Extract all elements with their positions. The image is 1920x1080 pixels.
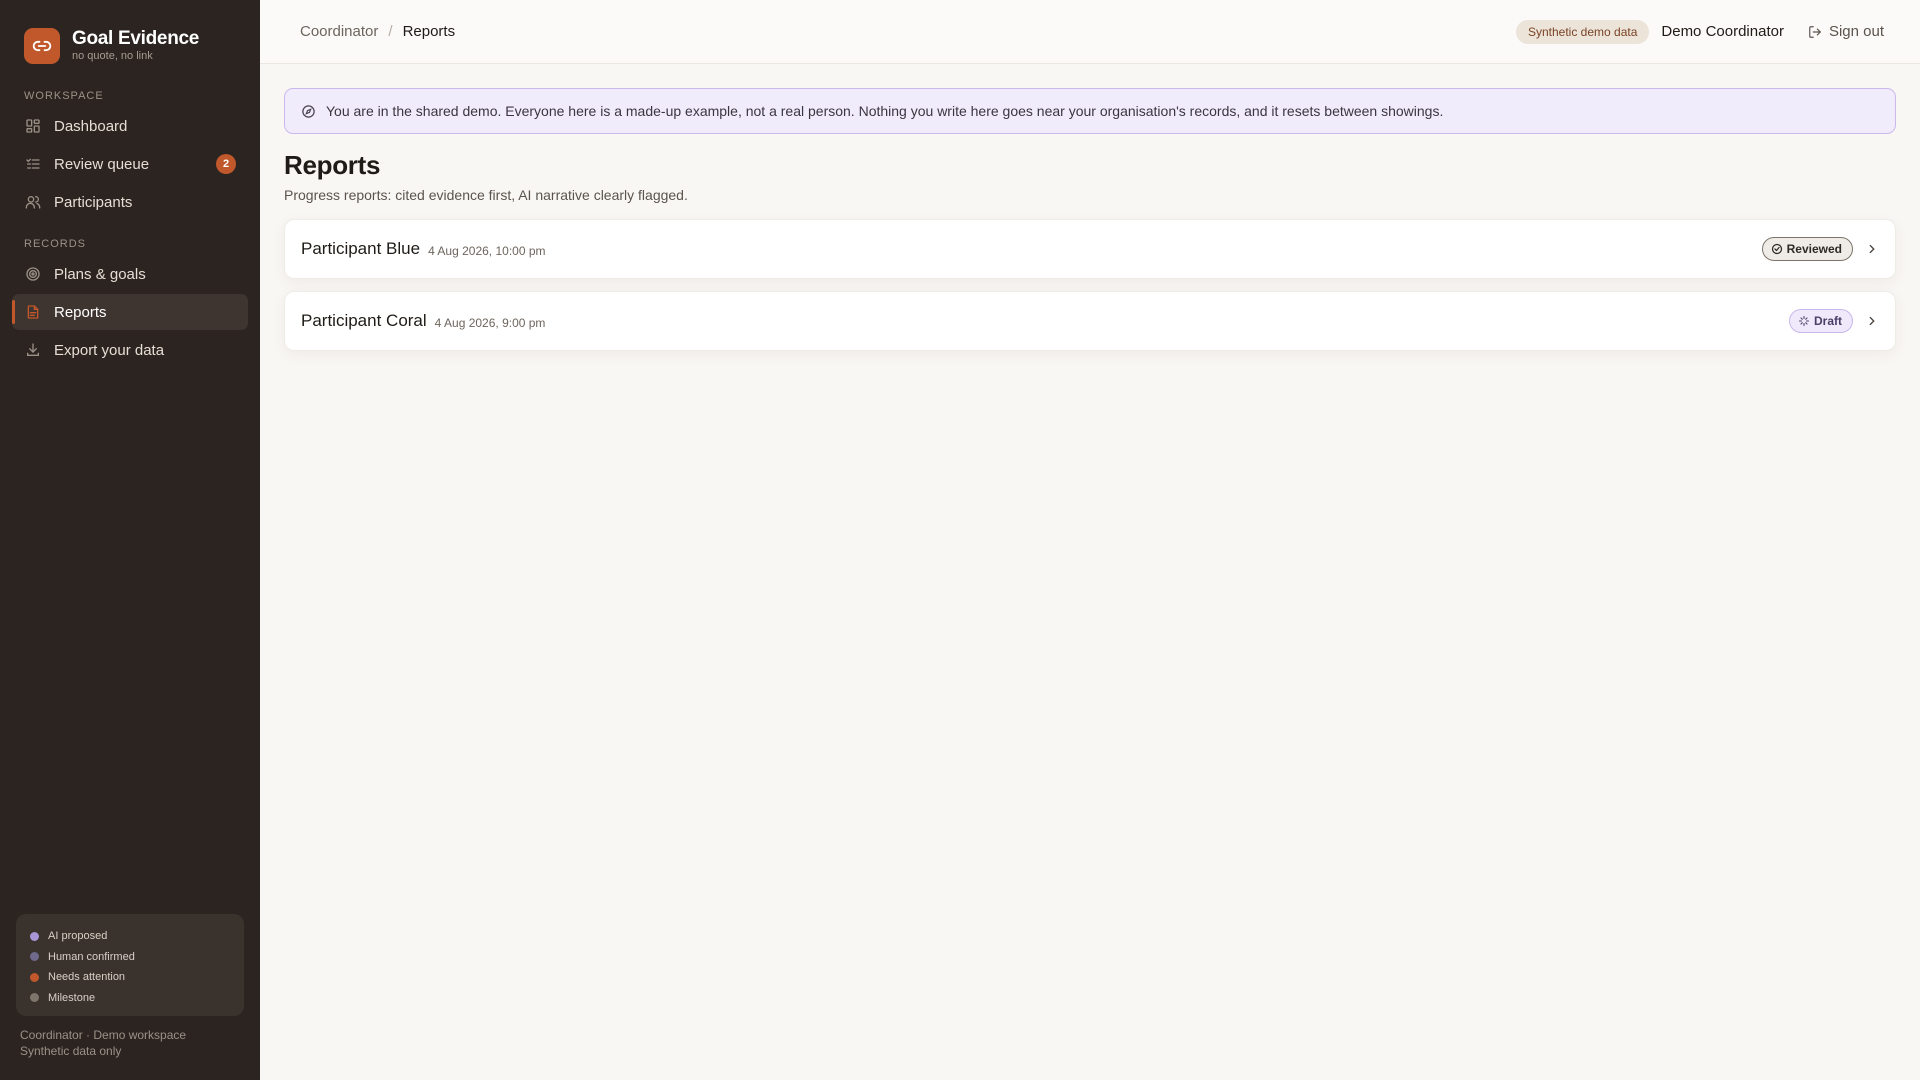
brand[interactable]: Goal Evidence no quote, no link bbox=[0, 0, 260, 64]
report-row[interactable]: Participant Blue 4 Aug 2026, 10:00 pm Re… bbox=[284, 219, 1896, 279]
users-icon bbox=[24, 193, 42, 211]
brand-title: Goal Evidence bbox=[72, 28, 200, 49]
notice-text: You are in the shared demo. Everyone her… bbox=[326, 103, 1444, 119]
sidebar-item-reports[interactable]: Reports bbox=[12, 294, 248, 330]
sidebar-item-plans-goals[interactable]: Plans & goals bbox=[12, 256, 248, 292]
sidebar-item-label: Participants bbox=[54, 193, 133, 211]
report-participant-name: Participant Blue bbox=[301, 239, 421, 258]
sidebar-item-review-queue[interactable]: Review queue 2 bbox=[12, 146, 248, 182]
review-count-badge: 2 bbox=[216, 154, 236, 174]
link-icon bbox=[24, 27, 60, 64]
legend-item: Needs attention bbox=[30, 967, 230, 988]
legend-dot bbox=[30, 952, 39, 962]
main-area: Coordinator / Reports Synthetic demo dat… bbox=[260, 0, 1920, 1080]
legend-label: Milestone bbox=[48, 991, 96, 1004]
breadcrumb-parent[interactable]: Coordinator bbox=[300, 23, 378, 40]
report-row-right: Draft bbox=[1788, 309, 1879, 333]
sparkle-icon bbox=[1798, 315, 1810, 327]
log-out-icon bbox=[1808, 25, 1822, 39]
sidebar-item-participants[interactable]: Participants bbox=[12, 184, 248, 220]
chevron-right-icon bbox=[1865, 314, 1879, 328]
sidebar-footer: Coordinator · Demo workspace Synthetic d… bbox=[20, 1027, 186, 1059]
page-subtitle: Progress reports: cited evidence first, … bbox=[284, 187, 688, 203]
topbar: Coordinator / Reports Synthetic demo dat… bbox=[260, 0, 1920, 64]
demo-data-pill: Synthetic demo data bbox=[1515, 19, 1650, 44]
legend-item: Human confirmed bbox=[30, 947, 230, 968]
brand-text: Goal Evidence no quote, no link bbox=[72, 28, 199, 63]
report-date: 4 Aug 2026, 9:00 pm bbox=[434, 315, 546, 330]
app-root: Goal Evidence no quote, no link WORKSPAC… bbox=[0, 0, 1920, 1080]
nav-records: Plans & goals Reports Export your data bbox=[0, 256, 260, 370]
footer-role: Coordinator · Demo workspace bbox=[20, 1028, 187, 1042]
report-row[interactable]: Participant Coral 4 Aug 2026, 9:00 pm Dr… bbox=[284, 291, 1896, 351]
sidebar-item-label: Export your data bbox=[54, 341, 165, 359]
breadcrumb-current: Reports bbox=[402, 23, 456, 40]
grid-icon bbox=[24, 117, 42, 135]
status-badge: Reviewed bbox=[1761, 237, 1853, 261]
legend-dot bbox=[30, 972, 39, 982]
sign-out-label: Sign out bbox=[1828, 23, 1884, 40]
sidebar-item-label: Review queue bbox=[54, 155, 150, 173]
report-row-right: Reviewed bbox=[1761, 237, 1879, 261]
status-label: Reviewed bbox=[1786, 242, 1842, 256]
download-icon bbox=[24, 341, 42, 359]
sidebar: Goal Evidence no quote, no link WORKSPAC… bbox=[0, 0, 260, 1080]
sidebar-item-label: Dashboard bbox=[54, 117, 128, 135]
legend-label: Human confirmed bbox=[48, 950, 135, 963]
report-list: Participant Blue 4 Aug 2026, 10:00 pm Re… bbox=[284, 219, 1896, 351]
report-participant-name: Participant Coral bbox=[301, 311, 427, 330]
nav-workspace: Dashboard Review queue 2 Participants bbox=[0, 108, 260, 222]
page-content: You are in the shared demo. Everyone her… bbox=[260, 64, 1920, 351]
status-legend: AI proposed Human confirmed Needs attent… bbox=[16, 914, 244, 1016]
breadcrumb-separator: / bbox=[388, 23, 393, 40]
legend-dot bbox=[30, 931, 39, 941]
legend-dot bbox=[30, 993, 39, 1003]
chevron-right-icon bbox=[1865, 242, 1879, 256]
sidebar-item-export[interactable]: Export your data bbox=[12, 332, 248, 368]
check-circle-icon bbox=[1771, 243, 1783, 255]
section-label-records: RECORDS bbox=[24, 238, 87, 250]
sign-out-button[interactable]: Sign out bbox=[1808, 23, 1884, 40]
sidebar-item-label: Plans & goals bbox=[54, 265, 146, 283]
report-date: 4 Aug 2026, 10:00 pm bbox=[428, 243, 546, 258]
breadcrumb: Coordinator / Reports bbox=[300, 23, 455, 40]
status-label: Draft bbox=[1813, 314, 1842, 328]
compass-icon bbox=[301, 104, 316, 119]
topbar-right: Synthetic demo data Demo Coordinator Sig… bbox=[1515, 19, 1884, 44]
legend-label: Needs attention bbox=[48, 971, 126, 984]
legend-item: Milestone bbox=[30, 988, 230, 1009]
brand-subtitle: no quote, no link bbox=[72, 50, 153, 62]
status-badge: Draft bbox=[1788, 309, 1853, 333]
legend-item: AI proposed bbox=[30, 926, 230, 947]
sidebar-item-dashboard[interactable]: Dashboard bbox=[12, 108, 248, 144]
footer-note: Synthetic data only bbox=[20, 1044, 122, 1058]
section-label-workspace: WORKSPACE bbox=[24, 90, 104, 102]
demo-notice-banner: You are in the shared demo. Everyone her… bbox=[284, 88, 1896, 134]
sidebar-item-label: Reports bbox=[54, 303, 107, 321]
list-check-icon bbox=[24, 155, 42, 173]
user-name: Demo Coordinator bbox=[1661, 23, 1784, 40]
target-icon bbox=[24, 265, 42, 283]
document-icon bbox=[24, 303, 42, 321]
legend-label: AI proposed bbox=[48, 930, 108, 943]
page-title: Reports bbox=[284, 150, 381, 180]
